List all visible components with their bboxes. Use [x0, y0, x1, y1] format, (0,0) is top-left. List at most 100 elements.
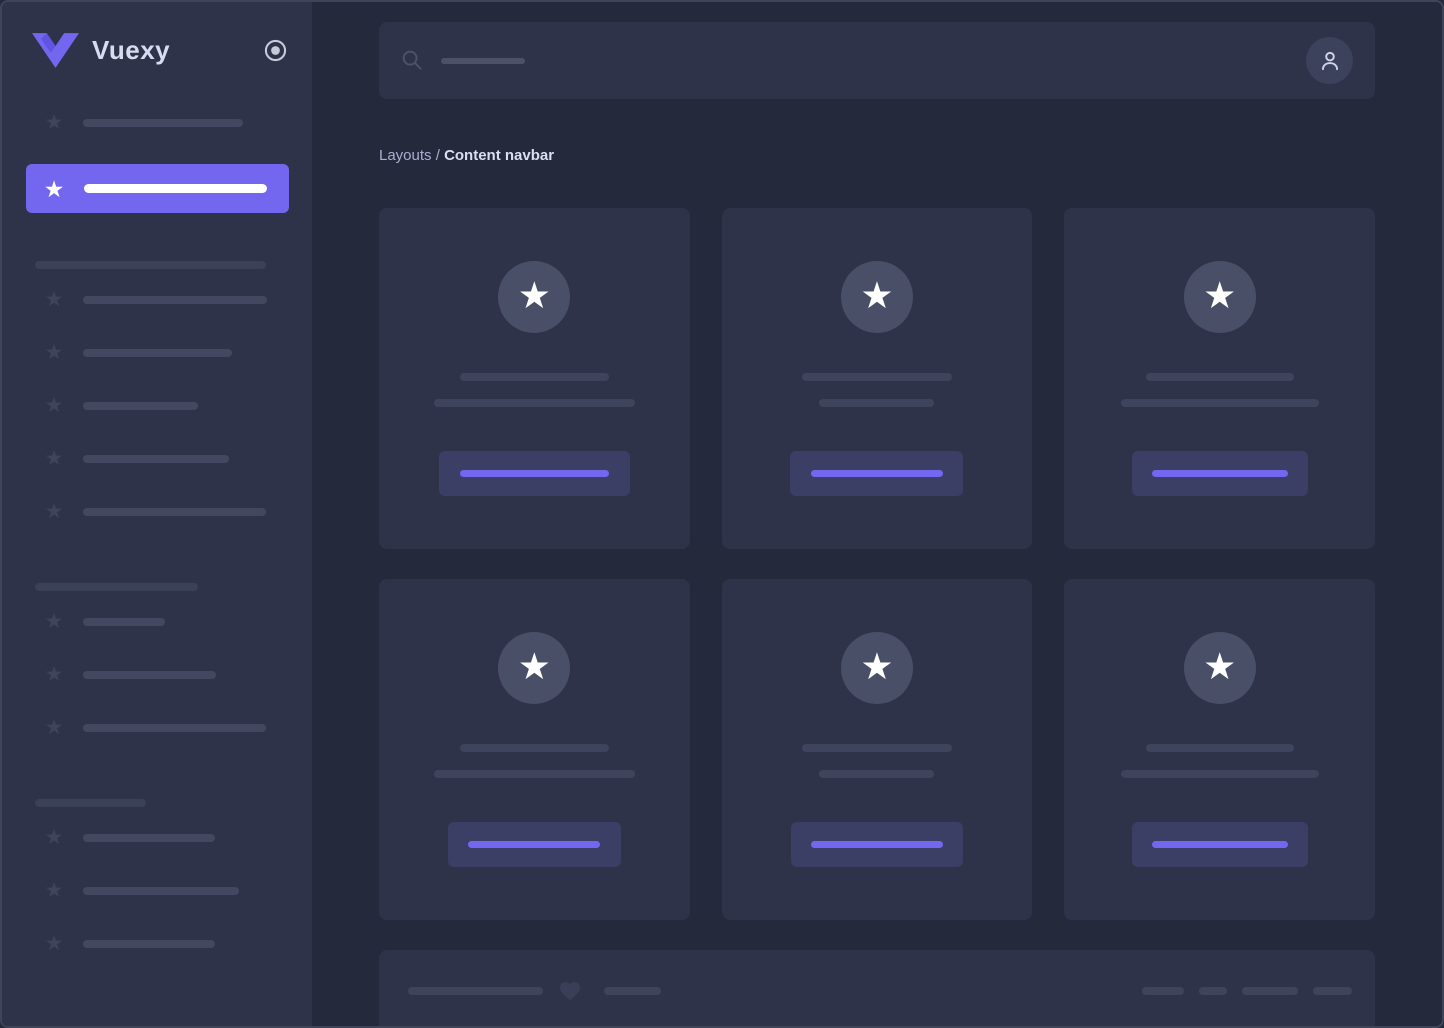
- sidebar-item-label-placeholder: [83, 940, 215, 948]
- card-title-placeholder: [802, 373, 952, 381]
- sidebar-item[interactable]: ★: [26, 341, 289, 365]
- star-icon: ★: [860, 648, 893, 685]
- card-button[interactable]: [448, 822, 621, 867]
- app-title: Vuexy: [92, 35, 170, 66]
- footer-link-placeholder[interactable]: [1199, 987, 1227, 995]
- placeholder-card: ★: [1064, 579, 1375, 920]
- star-icon: ★: [42, 341, 66, 365]
- breadcrumb: Layouts / Content navbar: [379, 147, 1375, 165]
- card-button[interactable]: [439, 451, 630, 496]
- search-icon[interactable]: [401, 49, 424, 72]
- sidebar-item[interactable]: ★: [26, 663, 289, 687]
- star-icon: ★: [42, 111, 66, 135]
- breadcrumb-section[interactable]: Layouts: [379, 147, 432, 164]
- card-button[interactable]: [1132, 451, 1308, 496]
- star-icon: ★: [42, 177, 66, 201]
- card-grid: ★ ★ ★ ★ ★ ★: [379, 208, 1375, 920]
- card-subtitle-placeholder: [1121, 399, 1319, 407]
- user-avatar[interactable]: [1306, 37, 1353, 84]
- star-icon: ★: [42, 500, 66, 524]
- card-title-placeholder: [1146, 373, 1294, 381]
- card-subtitle-placeholder: [819, 770, 934, 778]
- sidebar-nav: ★ ★ ★ ★ ★ ★ ★ ★ ★ ★ ★ ★ ★: [2, 111, 312, 956]
- footer-links-group: [1127, 980, 1352, 1002]
- sidebar-item[interactable]: ★: [26, 826, 289, 850]
- card-avatar: ★: [1184, 261, 1256, 333]
- footer-link-placeholder[interactable]: [1313, 987, 1352, 995]
- sidebar-item-active[interactable]: ★: [26, 164, 289, 213]
- search-input[interactable]: [441, 58, 525, 64]
- sidebar-item-label-placeholder: [83, 119, 243, 127]
- placeholder-card: ★: [1064, 208, 1375, 549]
- vuexy-logo-icon: [32, 33, 79, 68]
- breadcrumb-separator: /: [432, 147, 445, 164]
- nav-section-heading-placeholder: [35, 261, 266, 269]
- card-title-placeholder: [1146, 744, 1294, 752]
- sidebar-item[interactable]: ★: [26, 716, 289, 740]
- sidebar-item-label-placeholder: [83, 887, 239, 895]
- footer-left-group: [408, 980, 661, 1002]
- placeholder-card: ★: [722, 579, 1033, 920]
- sidebar-item-label-placeholder: [83, 508, 266, 516]
- card-button-label-placeholder: [811, 470, 943, 477]
- sidebar-item[interactable]: ★: [26, 879, 289, 903]
- sidebar-item[interactable]: ★: [26, 111, 289, 135]
- card-avatar: ★: [841, 632, 913, 704]
- main-content: Layouts / Content navbar ★ ★ ★ ★ ★ ★: [312, 2, 1442, 1026]
- sidebar-item-label-placeholder: [83, 671, 216, 679]
- card-title-placeholder: [802, 744, 952, 752]
- sidebar-item[interactable]: ★: [26, 288, 289, 312]
- star-icon: ★: [42, 447, 66, 471]
- footer-link-placeholder[interactable]: [1242, 987, 1298, 995]
- card-button-label-placeholder: [1152, 841, 1288, 848]
- card-button-label-placeholder: [460, 470, 609, 477]
- card-button[interactable]: [790, 451, 963, 496]
- sidebar-item[interactable]: ★: [26, 447, 289, 471]
- card-avatar: ★: [841, 261, 913, 333]
- card-avatar: ★: [1184, 632, 1256, 704]
- top-navbar: [379, 22, 1375, 99]
- sidebar-item[interactable]: ★: [26, 394, 289, 418]
- card-title-placeholder: [460, 744, 609, 752]
- card-button-label-placeholder: [468, 841, 600, 848]
- app-window: Vuexy ★ ★ ★ ★ ★ ★ ★ ★ ★ ★ ★ ★ ★: [0, 0, 1444, 1028]
- heart-icon[interactable]: [557, 979, 583, 1003]
- sidebar-item-label-placeholder: [84, 184, 267, 193]
- star-icon: ★: [42, 879, 66, 903]
- star-icon: ★: [42, 932, 66, 956]
- breadcrumb-current: Content navbar: [444, 147, 554, 164]
- card-subtitle-placeholder: [819, 399, 934, 407]
- card-button-label-placeholder: [1152, 470, 1288, 477]
- sidebar-header: Vuexy: [2, 2, 312, 98]
- sidebar-item-label-placeholder: [83, 455, 229, 463]
- card-button-label-placeholder: [811, 841, 943, 848]
- star-icon: ★: [42, 716, 66, 740]
- sidebar-item-label-placeholder: [83, 618, 165, 626]
- card-button[interactable]: [791, 822, 963, 867]
- star-icon: ★: [42, 826, 66, 850]
- nav-section-heading-placeholder: [35, 799, 146, 807]
- card-subtitle-placeholder: [434, 399, 635, 407]
- sidebar-item[interactable]: ★: [26, 610, 289, 634]
- card-avatar: ★: [498, 632, 570, 704]
- footer-text-placeholder: [408, 987, 543, 995]
- sidebar-item-label-placeholder: [83, 349, 232, 357]
- star-icon: ★: [42, 288, 66, 312]
- sidebar-item-label-placeholder: [83, 834, 215, 842]
- footer-link-placeholder[interactable]: [1142, 987, 1184, 995]
- record-circle-icon[interactable]: [262, 37, 288, 63]
- footer-card: [379, 950, 1375, 1026]
- sidebar-item[interactable]: ★: [26, 500, 289, 524]
- footer-text-placeholder: [604, 987, 661, 995]
- sidebar-item[interactable]: ★: [26, 932, 289, 956]
- card-subtitle-placeholder: [434, 770, 635, 778]
- star-icon: ★: [860, 277, 893, 314]
- card-button[interactable]: [1132, 822, 1308, 867]
- star-icon: ★: [1203, 277, 1236, 314]
- placeholder-card: ★: [379, 208, 690, 549]
- card-avatar: ★: [498, 261, 570, 333]
- card-title-placeholder: [460, 373, 609, 381]
- star-icon: ★: [42, 394, 66, 418]
- star-icon: ★: [42, 663, 66, 687]
- placeholder-card: ★: [379, 579, 690, 920]
